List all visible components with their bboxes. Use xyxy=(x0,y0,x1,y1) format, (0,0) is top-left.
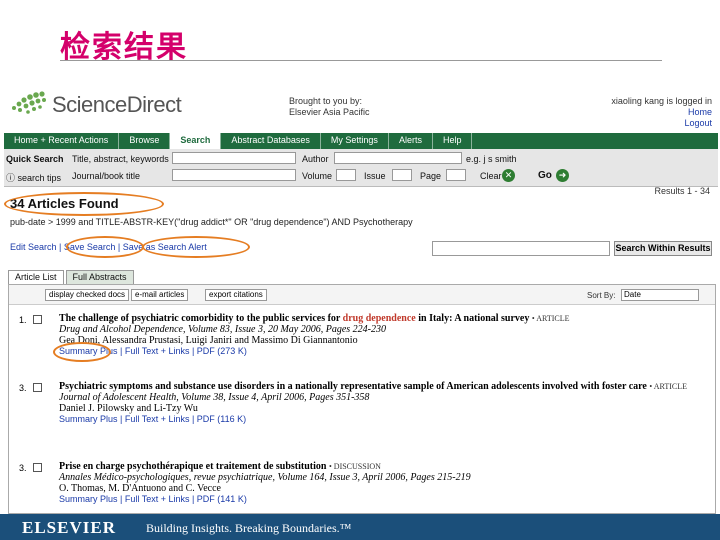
nav-alerts[interactable]: Alerts xyxy=(389,133,433,149)
email-articles-button[interactable]: e-mail articles xyxy=(131,289,189,301)
sciencedirect-logo-text: ScienceDirect xyxy=(52,92,182,117)
user-status: xiaoling kang is logged in xyxy=(611,96,712,106)
result-authors: Daniel J. Pilowsky and Li-Tzy Wu xyxy=(59,403,198,414)
author-input[interactable] xyxy=(334,152,462,164)
result-title[interactable]: Prise en charge psychothérapique et trai… xyxy=(59,461,709,472)
result-links[interactable]: Summary Plus | Full Text + Links | PDF (… xyxy=(59,346,709,357)
quick-search-bar: Quick Search Title, abstract, keywords A… xyxy=(4,149,718,187)
quick-search-label: Quick Search xyxy=(6,154,64,164)
keywords-input[interactable] xyxy=(172,152,296,164)
result-number: 3. xyxy=(19,383,27,393)
result-links[interactable]: Summary Plus | Full Text + Links | PDF (… xyxy=(59,494,709,505)
elsevier-tagline: Building Insights. Breaking Boundaries.™ xyxy=(146,521,352,535)
sciencedirect-leaf-icon xyxy=(12,91,46,114)
result-links[interactable]: Summary Plus | Full Text + Links | PDF (… xyxy=(59,414,709,425)
nav-browse[interactable]: Browse xyxy=(119,133,171,149)
result-checkbox[interactable] xyxy=(33,463,42,472)
help-icon: ⓘ xyxy=(6,173,16,183)
result-authors: Gea Doni, Alessandra Prustasi, Luigi Jan… xyxy=(59,335,358,346)
elsevier-footer: ELSEVIER Building Insights. Breaking Bou… xyxy=(0,514,720,540)
search-query: pub-date > 1999 and TITLE-ABSTR-KEY("dru… xyxy=(10,217,413,227)
result-number: 1. xyxy=(19,315,27,325)
display-checked-button[interactable]: display checked docs xyxy=(45,289,130,301)
save-alert-link[interactable]: Save as Search Alert xyxy=(123,242,207,252)
clear-icon[interactable]: ✕ xyxy=(502,169,515,182)
issue-input[interactable] xyxy=(392,169,412,181)
result-item-1: 1. The challenge of psychiatric comorbid… xyxy=(9,313,715,369)
home-link[interactable]: Home xyxy=(611,107,712,118)
result-title[interactable]: The challenge of psychiatric comorbidity… xyxy=(59,313,709,324)
tab-article-list[interactable]: Article List xyxy=(8,270,64,284)
brought-to-you-by: Brought to you by: Elsevier Asia Pacific xyxy=(289,96,370,117)
search-actions: Edit Search | Save Search | Save as Sear… xyxy=(10,242,207,252)
journal-label: Journal/book title xyxy=(72,171,141,181)
sort-by-label: Sort By: xyxy=(587,291,616,300)
result-number: 3. xyxy=(19,463,27,473)
author-label: Author xyxy=(302,154,329,164)
go-button[interactable]: Go xyxy=(538,170,552,181)
page-input[interactable] xyxy=(446,169,466,181)
volume-label: Volume xyxy=(302,171,333,181)
logout-link[interactable]: Logout xyxy=(611,118,712,129)
sort-by-select[interactable]: Date xyxy=(621,289,699,301)
main-nav: Home + Recent Actions Browse Search Abst… xyxy=(4,133,718,149)
nav-search[interactable]: Search xyxy=(170,133,222,149)
nav-help[interactable]: Help xyxy=(433,133,473,149)
result-title[interactable]: Psychiatric symptoms and substance use d… xyxy=(59,381,709,392)
issue-label: Issue xyxy=(364,171,386,181)
result-tabs: Article List Full Abstracts xyxy=(8,270,136,284)
journal-input[interactable] xyxy=(172,169,296,181)
search-tips-link[interactable]: ⓘ search tips xyxy=(6,171,61,184)
result-authors: O. Thomas, M. D'Antuono and C. Vecce xyxy=(59,483,221,494)
result-journal: Annales Médico-psychologiques, revue psy… xyxy=(59,472,471,483)
elsevier-logo: ELSEVIER xyxy=(22,518,116,537)
nav-abstract-databases[interactable]: Abstract Databases xyxy=(221,133,321,149)
result-checkbox[interactable] xyxy=(33,383,42,392)
nav-home-recent-actions[interactable]: Home + Recent Actions xyxy=(4,133,120,149)
result-journal: Journal of Adolescent Health, Volume 38,… xyxy=(59,392,370,403)
results-toolbar: display checked docs e-mail articles exp… xyxy=(9,285,715,305)
result-item-2: 3. Psychiatric symptoms and substance us… xyxy=(9,381,715,441)
go-arrow-icon[interactable]: ➜ xyxy=(556,169,569,182)
author-example: e.g. j s smith xyxy=(466,154,517,164)
page-label: Page xyxy=(420,171,442,181)
search-within-results-button[interactable]: Search Within Results xyxy=(614,241,712,256)
edit-search-link[interactable]: Edit Search xyxy=(10,242,57,252)
tab-full-abstracts[interactable]: Full Abstracts xyxy=(65,270,134,284)
result-journal: Drug and Alcohol Dependence, Volume 83, … xyxy=(59,324,386,335)
title-divider xyxy=(60,60,662,61)
save-search-link[interactable]: Save Search xyxy=(64,242,116,252)
result-checkbox[interactable] xyxy=(33,315,42,324)
articles-found-count: 34 Articles Found xyxy=(10,196,119,211)
keywords-label: Title, abstract, keywords xyxy=(72,154,169,164)
export-citations-button[interactable]: export citations xyxy=(205,289,267,301)
search-within-input[interactable] xyxy=(432,241,610,256)
results-list-panel: display checked docs e-mail articles exp… xyxy=(8,284,716,514)
volume-input[interactable] xyxy=(336,169,356,181)
results-range: Results 1 - 34 xyxy=(654,186,710,196)
user-box: xiaoling kang is logged in Home Logout xyxy=(611,96,712,129)
nav-my-settings[interactable]: My Settings xyxy=(321,133,389,149)
clear-button[interactable]: Clear xyxy=(480,171,502,181)
sciencedirect-screenshot: ScienceDirect Brought to you by: Elsevie… xyxy=(4,82,718,514)
result-item-3: 3. Prise en charge psychothérapique et t… xyxy=(9,461,715,514)
